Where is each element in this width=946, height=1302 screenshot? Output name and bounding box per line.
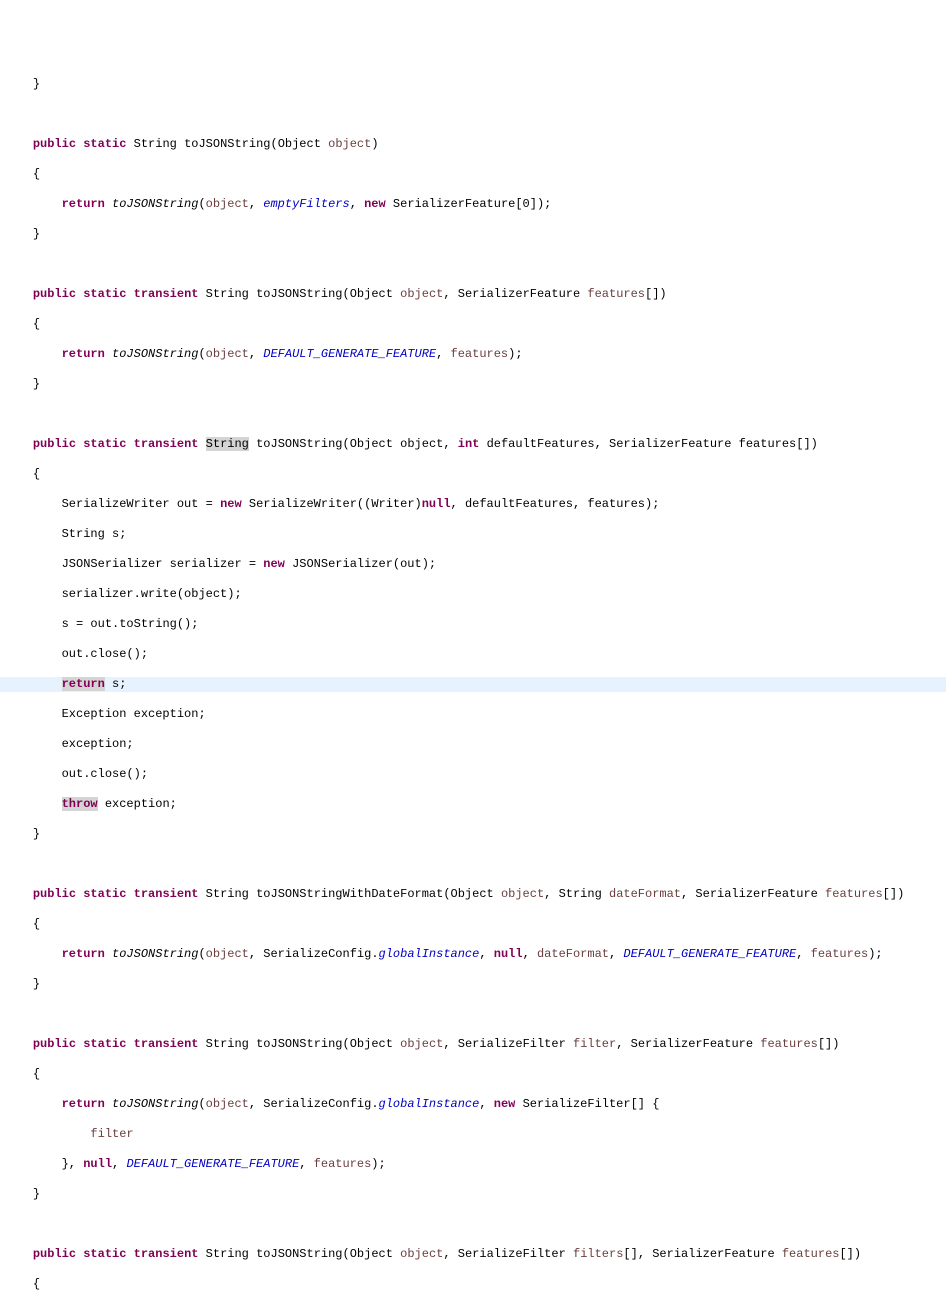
code-line bbox=[0, 107, 946, 122]
code-line: filter bbox=[0, 1127, 946, 1142]
code-line: public static transient String toJSONStr… bbox=[0, 887, 946, 902]
code-line bbox=[0, 1217, 946, 1232]
code-line: { bbox=[0, 1277, 946, 1292]
highlighted-line: return s; bbox=[0, 677, 946, 692]
code-line: } bbox=[0, 77, 946, 92]
code-line: return toJSONString(object, emptyFilters… bbox=[0, 197, 946, 212]
code-line: serializer.write(object); bbox=[0, 587, 946, 602]
code-line: public static transient String toJSONStr… bbox=[0, 287, 946, 302]
code-editor[interactable]: } public static String toJSONString(Obje… bbox=[0, 62, 946, 1302]
code-line: } bbox=[0, 977, 946, 992]
code-line: } bbox=[0, 227, 946, 242]
selected-text: String bbox=[206, 437, 249, 451]
code-line: } bbox=[0, 827, 946, 842]
code-line: JSONSerializer serializer = new JSONSeri… bbox=[0, 557, 946, 572]
code-line: public static String toJSONString(Object… bbox=[0, 137, 946, 152]
code-line bbox=[0, 857, 946, 872]
code-line: Exception exception; bbox=[0, 707, 946, 722]
code-line: return toJSONString(object, SerializeCon… bbox=[0, 947, 946, 962]
code-line: }, null, DEFAULT_GENERATE_FEATURE, featu… bbox=[0, 1157, 946, 1172]
code-line bbox=[0, 257, 946, 272]
code-line: { bbox=[0, 467, 946, 482]
code-line: throw exception; bbox=[0, 797, 946, 812]
code-line: } bbox=[0, 1187, 946, 1202]
code-line: SerializeWriter out = new SerializeWrite… bbox=[0, 497, 946, 512]
code-line: return toJSONString(object, SerializeCon… bbox=[0, 1097, 946, 1112]
code-line: { bbox=[0, 167, 946, 182]
code-line: String s; bbox=[0, 527, 946, 542]
code-line: public static transient String toJSONStr… bbox=[0, 1247, 946, 1262]
code-line: { bbox=[0, 917, 946, 932]
code-line: { bbox=[0, 317, 946, 332]
code-line: } bbox=[0, 377, 946, 392]
code-line: out.close(); bbox=[0, 647, 946, 662]
code-line: out.close(); bbox=[0, 767, 946, 782]
code-line: return toJSONString(object, DEFAULT_GENE… bbox=[0, 347, 946, 362]
code-line bbox=[0, 407, 946, 422]
code-line: s = out.toString(); bbox=[0, 617, 946, 632]
code-line: public static transient String toJSONStr… bbox=[0, 437, 946, 452]
code-line bbox=[0, 1007, 946, 1022]
code-line: exception; bbox=[0, 737, 946, 752]
code-line: { bbox=[0, 1067, 946, 1082]
code-line: public static transient String toJSONStr… bbox=[0, 1037, 946, 1052]
